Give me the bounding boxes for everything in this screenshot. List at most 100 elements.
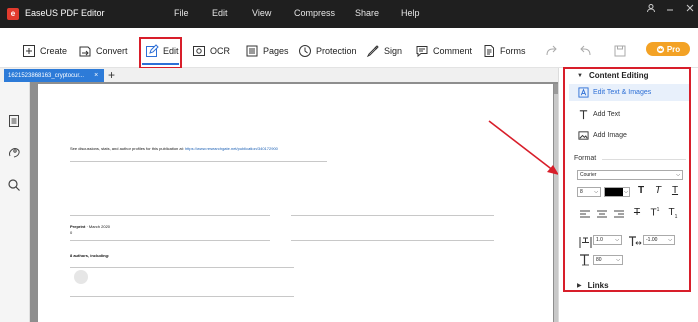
preprint-label: Preprint — [70, 224, 86, 229]
page-rule — [70, 215, 270, 216]
comment-label: Comment — [433, 46, 473, 56]
underline-button[interactable]: T — [670, 185, 680, 196]
crown-icon — [656, 45, 665, 54]
convert-button[interactable]: Convert — [78, 44, 128, 58]
pages-label: Pages — [263, 46, 289, 56]
font-size-value: 8 — [580, 189, 583, 195]
sign-label: Sign — [384, 46, 403, 56]
app-logo-icon: e — [7, 8, 19, 20]
forms-button[interactable]: Forms — [482, 44, 526, 58]
pro-label: Pro — [666, 44, 681, 54]
add-image-label: Add Image — [593, 132, 627, 139]
content-editing-header[interactable]: ▼ Content Editing — [577, 71, 649, 80]
citations-count[interactable]: 0 — [70, 230, 72, 235]
menu-view[interactable]: View — [252, 8, 271, 18]
authors-text[interactable]: 8 authors, including: — [70, 253, 109, 258]
save-icon[interactable] — [613, 44, 627, 58]
content-editing-title: Content Editing — [588, 71, 649, 80]
font-size-select[interactable]: 8 ⌵ — [577, 187, 601, 197]
shield-icon — [299, 45, 311, 57]
comment-button[interactable]: Comment — [415, 44, 472, 58]
collapse-caret-icon: ▼ — [577, 72, 583, 79]
chevron-down-icon: ⌵ — [616, 257, 620, 263]
text-icon — [579, 110, 588, 120]
page-rule — [70, 267, 294, 268]
strikethrough-button[interactable]: T — [632, 207, 642, 218]
edit-text-images-option[interactable]: Edit Text & Images — [578, 87, 651, 98]
links-header[interactable]: ▶ Links — [577, 281, 609, 290]
links-title: Links — [587, 281, 609, 290]
forms-label: Forms — [500, 46, 526, 56]
font-color-swatch — [605, 188, 623, 196]
see-discussions-text[interactable]: See discussions, stats, and author profi… — [70, 146, 278, 151]
redo-icon[interactable] — [544, 44, 558, 58]
format-heading: Format — [574, 155, 597, 162]
edit-highlight-box — [139, 37, 182, 69]
font-family-value: Courier — [580, 172, 597, 178]
char-spacing-value: 1.0 — [596, 237, 603, 243]
create-button[interactable]: Create — [22, 44, 67, 58]
preprint-date: · March 2020 — [85, 224, 111, 229]
pro-badge[interactable]: Pro — [646, 42, 690, 56]
add-text-option[interactable]: Add Text — [578, 109, 620, 120]
bold-button[interactable]: T — [636, 185, 646, 196]
chevron-down-icon: ⌵ — [615, 237, 619, 243]
pen-icon — [366, 45, 379, 58]
page-rule — [291, 215, 494, 216]
sign-button[interactable]: Sign — [366, 44, 402, 58]
font-family-select[interactable]: Courier ⌵ — [577, 170, 683, 180]
edit-text-icon — [578, 87, 589, 98]
chevron-down-icon: ⌵ — [624, 189, 628, 195]
line-spacing-select[interactable]: -1.00 ⌵ — [643, 235, 675, 245]
scale-select[interactable]: 80 ⌵ — [593, 255, 623, 265]
close-window-icon[interactable] — [685, 3, 695, 13]
align-right-icon[interactable] — [614, 210, 624, 218]
undo-icon[interactable] — [579, 44, 593, 58]
image-icon — [578, 131, 589, 140]
line-spacing-icon — [628, 235, 642, 247]
superscript-button[interactable]: T1 — [650, 207, 660, 218]
font-color-picker[interactable]: ⌵ — [604, 187, 630, 197]
subscript-button[interactable]: T1 — [668, 207, 678, 220]
thumbnails-icon[interactable] — [7, 114, 21, 128]
user-icon[interactable] — [646, 3, 656, 13]
page-rule — [291, 240, 494, 241]
add-image-option[interactable]: Add Image — [578, 130, 627, 141]
char-spacing-select[interactable]: 1.0 ⌵ — [593, 235, 622, 245]
align-left-icon[interactable] — [580, 210, 590, 218]
menu-share[interactable]: Share — [355, 8, 379, 18]
scale-value: 80 — [596, 257, 602, 263]
menu-compress[interactable]: Compress — [294, 8, 335, 18]
italic-button[interactable]: T — [653, 185, 663, 196]
comment-icon — [416, 46, 428, 58]
align-center-icon[interactable] — [597, 210, 607, 218]
publication-link[interactable]: https://www.researchgate.net/publication… — [185, 146, 278, 151]
chevron-down-icon: ⌵ — [676, 172, 680, 178]
menu-file[interactable]: File — [174, 8, 189, 18]
char-spacing-icon — [579, 236, 592, 249]
menu-edit[interactable]: Edit — [212, 8, 228, 18]
create-label: Create — [40, 46, 68, 56]
search-icon[interactable] — [7, 178, 21, 192]
tab-document[interactable]: 1621523868163_cryptocur... × — [4, 69, 104, 82]
pages-button[interactable]: Pages — [245, 44, 289, 58]
edit-text-images-label: Edit Text & Images — [593, 89, 652, 96]
protection-button[interactable]: Protection — [298, 44, 357, 58]
preprint-line[interactable]: Preprint · March 2020 — [70, 224, 110, 229]
ocr-label: OCR — [210, 46, 230, 56]
menu-help[interactable]: Help — [401, 8, 420, 18]
add-text-label: Add Text — [593, 111, 621, 118]
bookmark-icon[interactable] — [7, 146, 21, 160]
pdf-page[interactable] — [38, 84, 553, 322]
ocr-button[interactable]: OCR — [192, 44, 230, 58]
see-prefix: See discussions, stats, and author profi… — [70, 146, 185, 151]
ocr-icon — [193, 46, 205, 56]
expand-caret-icon: ▶ — [577, 283, 582, 289]
tab-document-label: 1621523868163_cryptocur... — [8, 72, 85, 79]
chevron-down-icon: ⌵ — [594, 189, 598, 195]
pages-icon — [246, 45, 258, 57]
add-tab-button[interactable]: + — [108, 68, 115, 82]
minimize-icon[interactable] — [665, 3, 675, 13]
convert-icon — [79, 46, 91, 57]
close-tab-icon[interactable]: × — [94, 72, 98, 79]
